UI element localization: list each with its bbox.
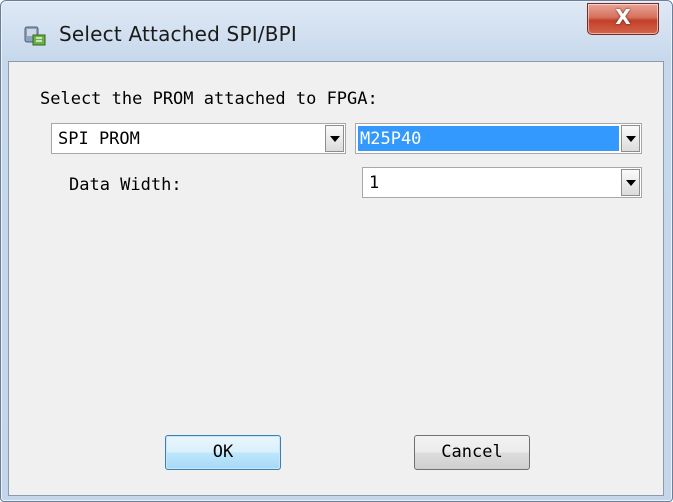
data-width-value: 1 — [369, 173, 380, 193]
chevron-down-icon[interactable] — [325, 125, 344, 152]
chip-programmer-icon — [24, 26, 46, 46]
close-icon: X — [615, 5, 631, 29]
chevron-down-icon[interactable] — [621, 125, 640, 152]
close-button[interactable]: X — [587, 3, 659, 35]
data-width-label: Data Width: — [69, 175, 182, 195]
cancel-button[interactable]: Cancel — [414, 435, 530, 470]
ok-button[interactable]: OK — [165, 435, 281, 470]
prom-part-value: M25P40 — [358, 126, 619, 151]
title-bar[interactable]: Select Attached SPI/BPI X — [1, 1, 672, 61]
prom-prompt-label: Select the PROM attached to FPGA: — [40, 89, 378, 109]
dialog-body: Select the PROM attached to FPGA: SPI PR… — [8, 61, 664, 496]
window-title: Select Attached SPI/BPI — [59, 22, 298, 46]
prom-type-select[interactable]: SPI PROM — [51, 123, 346, 154]
data-width-select[interactable]: 1 — [362, 167, 642, 198]
chevron-down-icon[interactable] — [621, 169, 640, 196]
prom-type-value: SPI PROM — [58, 129, 140, 149]
prom-part-select[interactable]: M25P40 — [355, 123, 642, 154]
dialog-window: Select Attached SPI/BPI X Select the PRO… — [0, 0, 673, 502]
